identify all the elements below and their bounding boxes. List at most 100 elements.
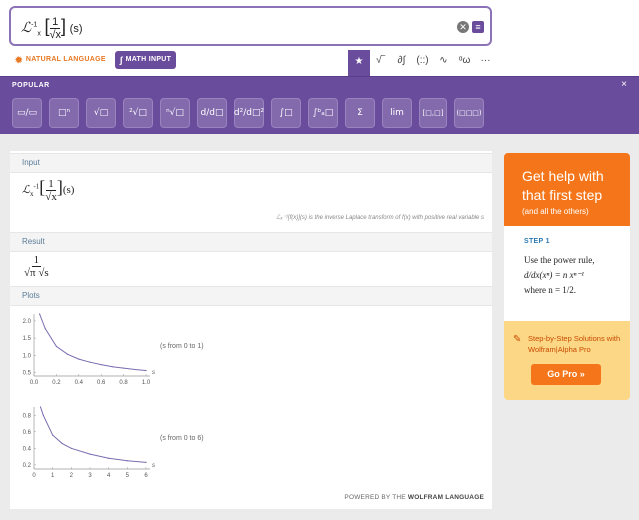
x-tick-label: 5: [126, 473, 130, 479]
plot-1: 0.0 0.2 0.4 0.6 0.8 1.0 2.0 1.5 1.0 0.5 s: [23, 313, 155, 386]
close-icon[interactable]: ×: [621, 79, 627, 90]
data-point: [52, 434, 54, 436]
x-axis-label: s: [152, 463, 155, 469]
plot-2: 0 1 2 3 4 5 6 0.8 0.6 0.4 0.2 s: [23, 406, 155, 479]
pro-upsell-text: Step-by-Step Solutions with Wolfram|Alph…: [528, 334, 621, 354]
input-formula: ℒx-1[1 √x](s): [22, 177, 75, 203]
derivative-button[interactable]: d/d□: [197, 98, 227, 128]
natural-language-tab[interactable]: ✹ NATURAL LANGUAGE: [10, 51, 111, 69]
natural-language-label: NATURAL LANGUAGE: [25, 56, 106, 63]
x-tick-label: 4: [107, 473, 111, 479]
data-point: [89, 453, 91, 455]
pro-upsell: ✎ Step-by-Step Solutions with Wolfram|Al…: [504, 321, 630, 400]
step-label: STEP 1: [524, 238, 550, 245]
y-tick-label: 0.5: [23, 371, 32, 377]
tab-greek[interactable]: ᵅω: [454, 50, 475, 72]
step-icon: ✎: [513, 334, 522, 345]
input-mode-bar: ✹ NATURAL LANGUAGE ∫ MATH INPUT: [10, 51, 177, 69]
y-tick-label: 2.0: [23, 319, 32, 325]
square-root-index-button[interactable]: ²√□: [123, 98, 153, 128]
math-palette: POPULAR × ▭/▭ □ⁿ √□ ²√□ ⁿ√□ d/d□ d²/d□² …: [0, 76, 639, 134]
x-tick-label: 0.2: [52, 380, 61, 386]
matrix-button[interactable]: (□□□): [454, 98, 484, 128]
list-button[interactable]: [□,□]: [419, 98, 447, 128]
data-point: [61, 442, 63, 444]
step-text: Use the power rule, d/dx(xⁿ) = n xⁿ⁻¹ wh…: [524, 254, 624, 296]
x-axis-label: s: [152, 370, 155, 376]
power-button[interactable]: □ⁿ: [49, 98, 79, 128]
data-point: [44, 327, 46, 330]
palette-buttons: ▭/▭ □ⁿ √□ ²√□ ⁿ√□ d/d□ d²/d□² ∫□ ∫ᵇₐ□ Σ …: [12, 98, 484, 128]
series-line: [40, 406, 147, 463]
data-point: [42, 414, 44, 416]
data-point: [126, 460, 128, 462]
sqrt-button[interactable]: √□: [86, 98, 116, 128]
result-formula: 1 √π √s: [24, 254, 49, 280]
math-input-field[interactable]: ℒ-1x [1 √x] (s) ✕ ≡: [9, 6, 492, 46]
data-point: [111, 366, 113, 368]
x-tick-label: 6: [144, 473, 148, 479]
promo-title: Get help with that first step: [522, 168, 604, 203]
math-input-icon: ∫: [119, 55, 123, 65]
data-point: [100, 364, 102, 366]
symbol-tabs: ★ √‾ ∂∫ (::) ∿ ᵅω ···: [348, 50, 496, 76]
y-tick-label: 0.2: [23, 463, 32, 469]
tab-more[interactable]: ···: [475, 50, 496, 72]
query-area: ℒ-1x [1 √x] (s) ✕ ≡ ✹ NATURAL LANGUAGE ∫ MA…: [0, 0, 639, 76]
data-point: [39, 406, 42, 408]
second-derivative-button[interactable]: d²/d□²: [234, 98, 264, 128]
x-tick-label: 0.4: [75, 380, 84, 386]
definite-integral-button[interactable]: ∫ᵇₐ□: [308, 98, 338, 128]
series-line: [39, 313, 147, 371]
tab-popular[interactable]: ★: [348, 50, 370, 76]
results-panel: Input ℒx-1[1 √x](s) ℒₓ⁻¹[f(x)](s) is the …: [10, 151, 492, 509]
powered-prefix: POWERED BY THE: [344, 494, 406, 501]
y-tick-label: 1.5: [23, 336, 32, 342]
plot1-range: (s from 0 to 1): [160, 343, 204, 350]
promo-subtitle: (and all the others): [522, 207, 589, 216]
step-line-3: where n = 1/2.: [524, 285, 577, 295]
tab-matrix[interactable]: (::): [412, 50, 433, 72]
nth-root-button[interactable]: ⁿ√□: [160, 98, 190, 128]
gear-icon: ✹: [15, 55, 23, 65]
fraction-button[interactable]: ▭/▭: [12, 98, 42, 128]
integral-button[interactable]: ∫□: [271, 98, 301, 128]
data-point: [145, 369, 147, 372]
palette-title: POPULAR: [12, 82, 50, 89]
data-point: [123, 367, 125, 369]
powered-brand: WOLFRAM LANGUAGE: [407, 494, 484, 501]
x-tick-label: 1.0: [142, 380, 151, 386]
y-tick-label: 0.6: [23, 430, 32, 436]
query-formula: ℒ-1x [1 √x] (s): [21, 16, 83, 42]
menu-icon[interactable]: ≡: [472, 21, 484, 33]
close-circle-icon[interactable]: ✕: [457, 21, 469, 33]
input-header: Input: [10, 153, 492, 173]
tab-radical[interactable]: √‾: [370, 50, 391, 72]
plots-header: Plots: [10, 286, 492, 306]
step-by-step-promo: Get help with that first step (and all t…: [504, 153, 630, 400]
y-tick-label: 1.0: [23, 353, 32, 359]
math-input-tab[interactable]: ∫ MATH INPUT: [114, 51, 177, 69]
x-tick-label: 0: [32, 473, 36, 479]
step-line-1: Use the power rule,: [524, 255, 595, 265]
input-note: ℒₓ⁻¹[f(x)](s) is the inverse Laplace tra…: [276, 215, 484, 221]
math-input-label: MATH INPUT: [125, 56, 172, 63]
promo-header: Get help with that first step (and all t…: [504, 153, 630, 226]
data-point: [134, 368, 136, 371]
x-tick-label: 0.6: [97, 380, 106, 386]
data-point: [108, 457, 110, 459]
x-tick-label: 1: [51, 473, 55, 479]
tab-functions[interactable]: ∿: [433, 50, 454, 72]
step-formula: d/dx(xⁿ) = n xⁿ⁻¹: [524, 270, 584, 280]
tab-calculus[interactable]: ∂∫: [391, 50, 412, 72]
x-tick-label: 0.8: [119, 380, 128, 386]
x-tick-label: 0.0: [30, 380, 39, 386]
limit-button[interactable]: lim: [382, 98, 412, 128]
sum-button[interactable]: Σ: [345, 98, 375, 128]
x-tick-label: 2: [70, 473, 74, 479]
data-point: [70, 447, 72, 449]
y-tick-label: 0.8: [23, 413, 32, 419]
data-point: [89, 361, 91, 363]
data-point: [67, 353, 69, 355]
go-pro-button[interactable]: Go Pro »: [531, 364, 601, 385]
